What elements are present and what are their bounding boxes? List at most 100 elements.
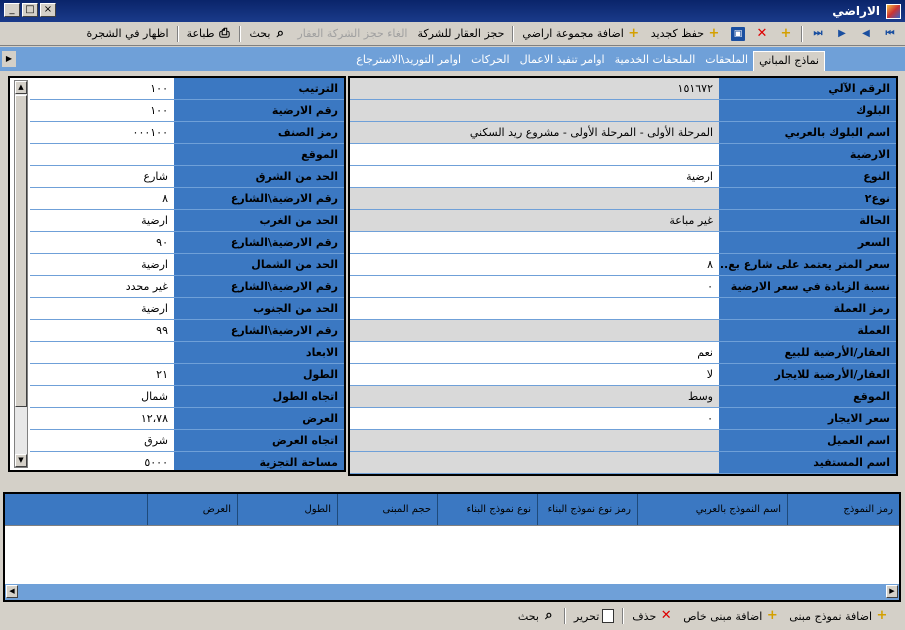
tab-4[interactable]: الحركات bbox=[466, 51, 515, 71]
save-button[interactable]: ▣ bbox=[729, 26, 747, 41]
horizontal-scrollbar[interactable]: ◀ ▶ bbox=[5, 584, 899, 600]
grid-column-header[interactable]: حجم المبنى bbox=[337, 494, 437, 525]
save-icon: ▣ bbox=[731, 26, 745, 41]
print-button[interactable]: ⎙ طباعة bbox=[185, 25, 234, 41]
field-label: العقار/الأرضية للبيع bbox=[719, 342, 896, 363]
field-value[interactable]: ٨ bbox=[350, 254, 719, 275]
field-value[interactable]: ارضية bbox=[350, 166, 719, 187]
field-value[interactable] bbox=[350, 452, 719, 473]
grid-column-header[interactable]: نوع نموذج البناء bbox=[437, 494, 537, 525]
tab-2[interactable]: الملحقات الخدمية bbox=[610, 51, 701, 71]
field-value[interactable]: ٠ bbox=[350, 408, 719, 429]
field-value[interactable]: ٩٩ bbox=[30, 320, 174, 341]
plus-icon: + bbox=[876, 608, 888, 623]
add-model-button[interactable]: + اضافة نموذج مبنى bbox=[787, 609, 891, 623]
field-label: رقم الارضية\الشارع bbox=[174, 276, 344, 297]
field-row: الارضية bbox=[350, 144, 896, 166]
field-value[interactable]: ٩٠ bbox=[30, 232, 174, 253]
field-value[interactable]: غير محدد bbox=[30, 276, 174, 297]
field-row: البلوك bbox=[350, 100, 896, 122]
edit-button[interactable]: تحرير bbox=[572, 609, 616, 623]
prev-record-button[interactable]: ◀ bbox=[857, 27, 875, 41]
delete-label: حذف bbox=[632, 609, 657, 623]
close-button[interactable]: × bbox=[40, 3, 56, 17]
field-value[interactable] bbox=[350, 320, 719, 341]
field-value[interactable] bbox=[350, 100, 719, 121]
tab-0[interactable]: نماذج المباني bbox=[753, 51, 825, 71]
grid-column-header[interactable]: اسم النموذج بالعربي bbox=[637, 494, 787, 525]
field-row: اسم العميل bbox=[350, 430, 896, 452]
field-value[interactable]: المرحلة الأولى - المرحلة الأولى - مشروع … bbox=[350, 122, 719, 143]
field-label: رمز الصنف bbox=[174, 122, 344, 143]
bottom-search-label: بحث bbox=[517, 609, 539, 623]
save-new-button[interactable]: + حفظ كجديد bbox=[649, 26, 723, 41]
edit-icon bbox=[602, 609, 615, 623]
grid-column-header[interactable]: العرض bbox=[147, 494, 237, 525]
field-value[interactable]: لا bbox=[350, 364, 719, 385]
field-value[interactable]: ٢١ bbox=[30, 364, 174, 385]
field-label: رقم الارضية bbox=[174, 100, 344, 121]
grid-column-header[interactable]: رمز نوع نموذج البناء bbox=[537, 494, 637, 525]
add-private-button[interactable]: + اضافة مبنى خاص bbox=[681, 609, 781, 623]
scroll-thumb[interactable] bbox=[15, 95, 27, 407]
tab-5[interactable]: اوامر التوريد\الاسترجاع bbox=[351, 51, 466, 71]
field-value[interactable]: ٨ bbox=[30, 188, 174, 209]
scroll-up-button[interactable]: ▲ bbox=[15, 81, 27, 94]
field-label: العقار/الأرضية للايجار bbox=[719, 364, 896, 385]
field-label: مساحة التجزية bbox=[174, 452, 344, 470]
field-value[interactable]: ارضية bbox=[30, 210, 174, 231]
delete-row-button[interactable]: ✕ حذف bbox=[630, 609, 675, 623]
field-value[interactable]: ارضية bbox=[30, 298, 174, 319]
scroll-down-button[interactable]: ▼ bbox=[15, 454, 27, 467]
show-tree-button[interactable]: اظهار في الشجرة bbox=[84, 27, 170, 40]
field-value[interactable] bbox=[350, 298, 719, 319]
field-row: الموقع وسط bbox=[350, 386, 896, 408]
field-value[interactable]: شرق bbox=[30, 430, 174, 451]
book-company-button[interactable]: حجز العقار للشركة bbox=[416, 27, 507, 40]
field-value[interactable]: ٠ bbox=[350, 276, 719, 297]
search-button[interactable]: ⌕ بحث bbox=[247, 26, 289, 41]
field-value[interactable]: ١٠٠ bbox=[30, 78, 174, 99]
tab-1[interactable]: الملحقات bbox=[700, 51, 753, 71]
maximize-button[interactable]: □ bbox=[22, 3, 38, 17]
tab-scroll-button[interactable]: ▶ bbox=[2, 51, 16, 67]
printer-icon: ⎙ bbox=[219, 25, 230, 41]
field-row: رقم الارضية\الشارع ٩٩ bbox=[30, 320, 344, 342]
scroll-right-button[interactable]: ▶ bbox=[886, 585, 898, 598]
add-button[interactable]: + bbox=[777, 26, 795, 41]
field-value[interactable]: شمال bbox=[30, 386, 174, 407]
next-record-button[interactable]: ▶ bbox=[833, 27, 851, 41]
tab-3[interactable]: اوامر تنفيذ الاعمال bbox=[515, 51, 610, 71]
add-group-button[interactable]: + اضافة مجموعة اراضي bbox=[520, 26, 642, 41]
scroll-left-button[interactable]: ◀ bbox=[6, 585, 18, 598]
field-label: رمز العملة bbox=[719, 298, 896, 319]
first-record-button[interactable]: ⏮ bbox=[881, 27, 899, 41]
field-value[interactable]: ٥٠٠٠ bbox=[30, 452, 174, 470]
field-row: نسبة الزيادة في سعر الارضية ٠ bbox=[350, 276, 896, 298]
search-label: بحث bbox=[249, 27, 271, 40]
field-value[interactable]: وسط bbox=[350, 386, 719, 407]
last-record-button[interactable]: ⏭ bbox=[809, 27, 827, 41]
field-value[interactable] bbox=[350, 188, 719, 209]
field-value[interactable]: ١٠٠ bbox=[30, 100, 174, 121]
field-value[interactable]: ١٥١٦٧٢ bbox=[350, 78, 719, 99]
grid-column-header[interactable]: رمز النموذج bbox=[787, 494, 899, 525]
minimize-button[interactable]: _ bbox=[4, 3, 20, 17]
field-value[interactable]: نعم bbox=[350, 342, 719, 363]
title-bar: الاراضي _ □ × bbox=[0, 0, 905, 22]
print-label: طباعة bbox=[186, 27, 215, 40]
grid-column-header[interactable]: الطول bbox=[237, 494, 337, 525]
field-value[interactable]: غير مباعة bbox=[350, 210, 719, 231]
field-row: الترتيب ١٠٠ bbox=[30, 78, 344, 100]
field-value[interactable]: ١٢،٧٨ bbox=[30, 408, 174, 429]
bottom-search-button[interactable]: ⌕ بحث bbox=[516, 609, 558, 623]
field-row: الحد من الجنوب ارضية bbox=[30, 298, 344, 320]
field-value[interactable]: شارع bbox=[30, 166, 174, 187]
vertical-scrollbar[interactable]: ▲ ▼ bbox=[14, 80, 28, 468]
field-value[interactable]: ارضية bbox=[30, 254, 174, 275]
delete-button[interactable]: ✕ bbox=[753, 26, 771, 41]
field-value[interactable]: ٠٠٠١٠٠ bbox=[30, 122, 174, 143]
field-label: رقم الارضية\الشارع bbox=[174, 232, 344, 253]
field-value[interactable] bbox=[350, 430, 719, 451]
plus-icon: + bbox=[766, 608, 778, 623]
